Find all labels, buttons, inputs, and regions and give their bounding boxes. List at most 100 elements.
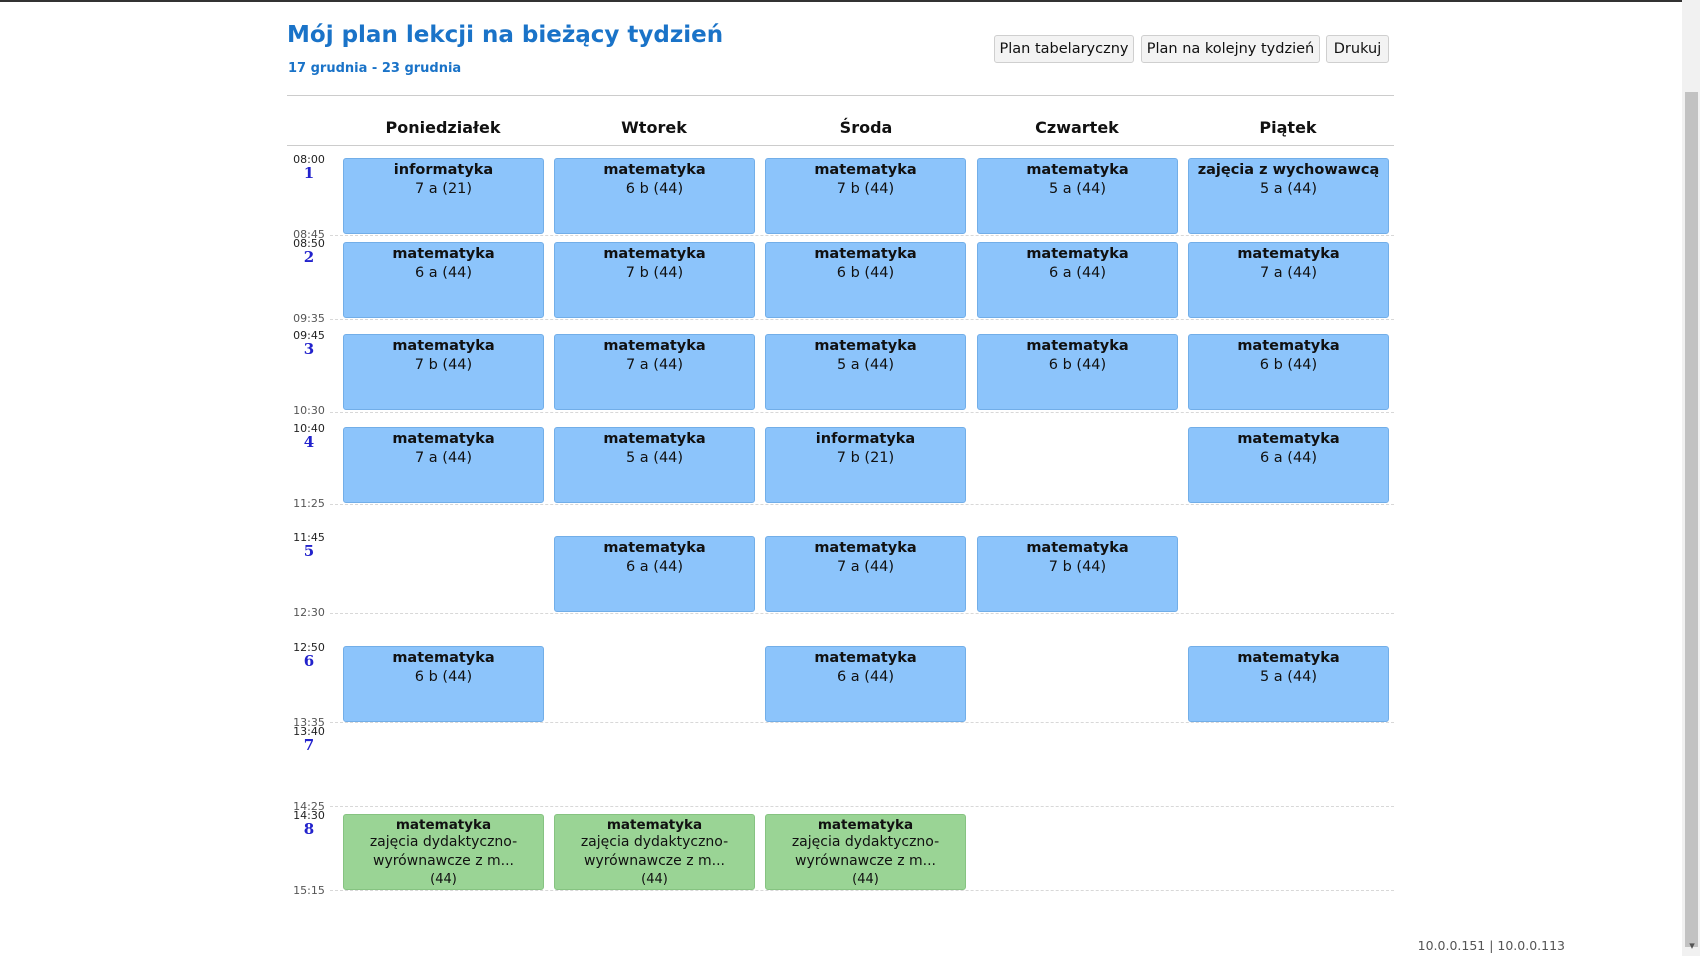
date-range: 17 grudnia - 23 grudnia [288,61,462,76]
period-end-time: 10:30 [293,404,325,417]
lesson-cell[interactable]: matematyka 6 b (44) [1188,334,1389,410]
lesson-subject: matematyka [814,540,917,556]
lesson-subject: matematyka [1237,650,1340,666]
lesson-class: 5 a (44) [836,357,895,373]
period-end-time: 12:30 [293,606,325,619]
lesson-cell[interactable]: matematyka 6 b (44) [765,242,966,318]
lesson-subject: matematyka [606,817,703,833]
lesson-subject: informatyka [815,431,916,447]
day-header: Czwartek [1035,118,1119,137]
lesson-subject: matematyka [1237,431,1340,447]
period-separator [330,504,1394,505]
period-number: 5 [303,542,315,560]
page: Mój plan lekcji na bieżący tydzień 17 gr… [0,0,1700,956]
lesson-cell[interactable]: matematyka 7 b (44) [765,158,966,234]
period-separator [330,890,1394,891]
lesson-class: 5 a (44) [1048,181,1107,197]
period-number: 6 [303,652,315,670]
day-header-divider [287,145,1394,146]
lesson-subject: matematyka [1026,162,1129,178]
period-end-time: 09:35 [293,312,325,325]
lesson-subject: matematyka [1026,540,1129,556]
lesson-description: zajęcia dydaktyczno-wyrównawcze z m... [791,834,940,869]
lesson-cell[interactable]: matematyka 6 b (44) [554,158,755,234]
day-header: Wtorek [621,118,687,137]
lesson-class: 7 b (44) [1048,559,1107,575]
print-button[interactable]: Drukuj [1326,35,1389,63]
cutoff-text-row: . . . . . . . . . . . . . . . . . . . . … [287,948,587,956]
period-number: 4 [303,433,315,451]
lesson-cell[interactable]: matematyka 5 a (44) [1188,646,1389,722]
scrollbar-thumb[interactable] [1685,92,1698,947]
extra-lesson-cell[interactable]: matematyka zajęcia dydaktyczno-wyrównawcz… [765,814,966,890]
period-number: 8 [303,820,315,838]
day-header: Piątek [1259,118,1317,137]
lesson-subject: matematyka [1237,246,1340,262]
lesson-subject: matematyka [603,162,706,178]
lesson-subject: matematyka [392,650,495,666]
lesson-subject: matematyka [814,650,917,666]
lesson-cell[interactable]: matematyka 6 a (44) [765,646,966,722]
lesson-cell[interactable]: matematyka 6 a (44) [977,242,1178,318]
lesson-cell[interactable]: informatyka 7 b (21) [765,427,966,503]
lesson-subject: matematyka [392,246,495,262]
lesson-count: (44) [430,872,457,887]
next-week-button[interactable]: Plan na kolejny tydzień [1141,35,1320,63]
lesson-cell[interactable]: matematyka 7 b (44) [554,242,755,318]
lesson-cell[interactable]: matematyka 7 b (44) [343,334,544,410]
header-divider [287,95,1394,96]
lesson-cell[interactable]: matematyka 7 a (44) [343,427,544,503]
lesson-cell[interactable]: matematyka 7 a (44) [1188,242,1389,318]
top-border [0,0,1700,2]
table-view-button[interactable]: Plan tabelaryczny [994,35,1134,63]
period-separator [330,722,1394,723]
period-separator [330,613,1394,614]
lesson-subject: matematyka [814,246,917,262]
lesson-class: 7 b (44) [414,357,473,373]
period-end-time: 15:15 [293,884,325,897]
day-header: Poniedziałek [385,118,501,137]
lesson-cell[interactable]: matematyka 6 b (44) [343,646,544,722]
lesson-subject: matematyka [392,338,495,354]
lesson-class: 7 a (44) [625,357,684,373]
lesson-subject: matematyka [814,162,917,178]
lesson-cell[interactable]: matematyka 7 b (44) [977,536,1178,612]
lesson-description: zajęcia dydaktyczno-wyrównawcze z m... [580,834,729,869]
page-title: Mój plan lekcji na bieżący tydzień [287,22,724,48]
lesson-cell[interactable]: matematyka 7 a (44) [765,536,966,612]
lesson-cell[interactable]: matematyka 6 a (44) [1188,427,1389,503]
period-separator [330,806,1394,807]
lesson-subject: matematyka [1026,246,1129,262]
lesson-cell[interactable]: matematyka 6 a (44) [343,242,544,318]
lesson-class: 7 a (44) [1259,265,1318,281]
period-separator [330,319,1394,320]
lesson-cell[interactable]: zajęcia z wychowawcą 5 a (44) [1188,158,1389,234]
lesson-class: 7 b (44) [625,265,684,281]
lesson-class: 5 a (44) [1259,181,1318,197]
scroll-down-arrow-icon[interactable]: ▾ [1684,938,1700,954]
lesson-cell[interactable]: matematyka 6 b (44) [977,334,1178,410]
lesson-subject: matematyka [395,817,492,833]
lesson-class: 7 a (21) [414,181,473,197]
lesson-cell[interactable]: matematyka 5 a (44) [977,158,1178,234]
lesson-class: 6 b (44) [1048,357,1107,373]
lesson-class: 6 a (44) [625,559,684,575]
lesson-class: 6 b (44) [836,265,895,281]
lesson-cell[interactable]: matematyka 6 a (44) [554,536,755,612]
period-number: 1 [303,164,315,182]
lesson-class: 6 b (44) [414,669,473,685]
lesson-subject: matematyka [814,338,917,354]
lesson-subject: zajęcia z wychowawcą [1197,162,1380,178]
extra-lesson-cell[interactable]: matematyka zajęcia dydaktyczno-wyrównawcz… [343,814,544,890]
lesson-class: 7 b (44) [836,181,895,197]
lesson-subject: matematyka [603,338,706,354]
lesson-cell[interactable]: informatyka 7 a (21) [343,158,544,234]
ip-info: 10.0.0.151 | 10.0.0.113 [1417,938,1565,953]
period-separator [330,235,1394,236]
lesson-cell[interactable]: matematyka 5 a (44) [765,334,966,410]
lesson-class: 7 a (44) [414,450,473,466]
lesson-cell[interactable]: matematyka 5 a (44) [554,427,755,503]
extra-lesson-cell[interactable]: matematyka zajęcia dydaktyczno-wyrównawcz… [554,814,755,890]
lesson-cell[interactable]: matematyka 7 a (44) [554,334,755,410]
lesson-class: 5 a (44) [625,450,684,466]
